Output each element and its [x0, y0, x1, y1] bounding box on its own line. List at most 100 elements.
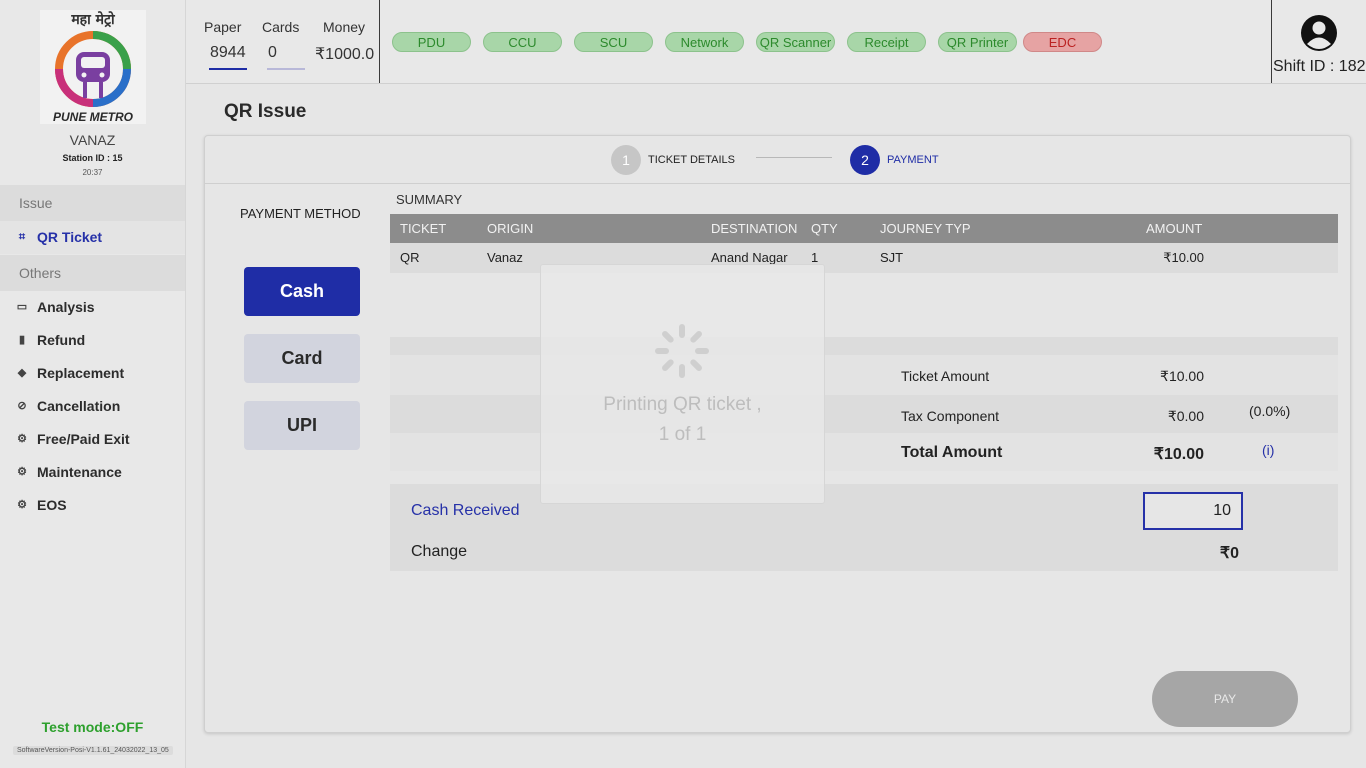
station-name: VANAZ	[69, 132, 116, 148]
money-amount: ₹1000.0	[315, 46, 375, 63]
step-2-label: PAYMENT	[887, 154, 939, 166]
logo-english-text: PUNE METRO	[52, 110, 133, 124]
sidebar-item-cancellation[interactable]: ⊘ Cancellation	[0, 390, 185, 423]
software-version: SoftwareVersion-Posi-V1.1.61_24032022_13…	[13, 746, 173, 755]
stepper-divider	[205, 183, 1350, 184]
tax-row: Tax Component ₹0.00 (0.0%)	[390, 395, 1338, 433]
device-status-edc: EDC	[1023, 32, 1102, 52]
sidebar-item-maintenance[interactable]: ⚙ Maintenance	[0, 456, 185, 489]
sidebar-item-label: Free/Paid Exit	[37, 431, 130, 447]
device-status-qr-printer: QR Printer	[938, 32, 1017, 52]
summary-title: SUMMARY	[396, 192, 463, 207]
device-status-scu: SCU	[574, 32, 653, 52]
card-button[interactable]: Card	[244, 334, 360, 383]
paper-count: 8944	[210, 44, 246, 61]
printing-message-line1: Printing QR ticket ,	[603, 394, 762, 415]
cell-origin: Vanaz	[487, 250, 523, 265]
col-qty: QTY	[811, 221, 838, 236]
ticket-amount-row: Ticket Amount ₹10.00	[390, 355, 1338, 395]
cell-ticket: QR	[400, 250, 420, 265]
cards-count: 0	[268, 44, 277, 61]
cash-button[interactable]: Cash	[244, 267, 360, 316]
sidebar-item-label: Cancellation	[37, 398, 121, 414]
user-avatar-icon[interactable]	[1300, 14, 1338, 52]
payment-method-title: PAYMENT METHOD	[240, 206, 361, 221]
step-connector	[756, 157, 832, 158]
step-1-circle: 1	[611, 145, 641, 175]
divider	[379, 0, 380, 83]
clock-time: 20:37	[82, 168, 103, 177]
gear-icon: ⚙	[17, 466, 27, 478]
sidebar-item-label: EOS	[37, 497, 67, 513]
section-issue: Issue	[0, 185, 185, 221]
printing-dialog: Printing QR ticket , 1 of 1	[540, 264, 825, 504]
paper-underline	[209, 68, 247, 70]
spacer-band	[390, 337, 1338, 355]
device-status-pdu: PDU	[392, 32, 471, 52]
sidebar-item-free-paid-exit[interactable]: ⚙ Free/Paid Exit	[0, 423, 185, 456]
pune-metro-logo: महा मेट्रो PUNE METRO	[40, 10, 146, 124]
total-value: ₹10.00	[1153, 446, 1204, 463]
col-destination: DESTINATION	[711, 221, 798, 236]
upi-button[interactable]: UPI	[244, 401, 360, 450]
col-origin: ORIGIN	[487, 221, 534, 236]
device-status-ccu: CCU	[483, 32, 562, 52]
change-label: Change	[411, 543, 468, 560]
col-ticket: TICKET	[400, 221, 447, 236]
sidebar: महा मेट्रो PUNE METRO VANAZ Station ID :…	[0, 0, 186, 768]
printing-message-line2: 1 of 1	[658, 424, 707, 445]
cell-amount: ₹10.00	[1163, 250, 1204, 265]
test-mode-status: Test mode:OFF	[41, 719, 144, 735]
sidebar-item-label: Replacement	[37, 365, 125, 381]
total-row: Total Amount ₹10.00 (i)	[390, 433, 1338, 471]
sidebar-item-label: Refund	[37, 332, 86, 348]
sidebar-item-label: Maintenance	[37, 464, 122, 480]
sidebar-item-qr-ticket[interactable]: ⌗ QR Ticket	[0, 221, 185, 254]
cell-journey-type: SJT	[880, 250, 904, 265]
sidebar-item-eos[interactable]: ⚙ EOS	[0, 489, 185, 522]
tax-percent: (0.0%)	[1249, 403, 1291, 419]
metro-logo-icon	[55, 31, 131, 107]
paper-label: Paper	[204, 19, 242, 35]
divider	[1271, 0, 1272, 83]
cash-received-label: Cash Received	[411, 502, 520, 519]
ticket-amount-value: ₹10.00	[1160, 368, 1204, 384]
loading-spinner-icon	[655, 324, 709, 378]
analysis-icon: ▭	[16, 301, 28, 313]
col-journey-type: JOURNEY TYP	[880, 221, 971, 236]
money-label: Money	[323, 19, 366, 35]
sidebar-item-label: QR Ticket	[37, 229, 103, 245]
total-label: Total Amount	[901, 444, 1003, 461]
cash-received-input[interactable]	[1143, 492, 1243, 530]
sidebar-item-label: Analysis	[37, 299, 95, 315]
station-id: Station ID : 15	[62, 153, 123, 163]
pay-button[interactable]: PAY	[1152, 671, 1298, 727]
cash-panel: Cash Received Change ₹0	[390, 484, 1338, 571]
step-1-label: TICKET DETAILS	[648, 154, 736, 166]
device-status-qr-scanner: QR Scanner	[756, 32, 835, 52]
cards-label: Cards	[262, 19, 300, 35]
refund-icon: ▮	[18, 334, 26, 346]
top-bar: Paper 8944 Cards 0 Money ₹1000.0 PDU CCU…	[186, 0, 1366, 84]
device-status-network: Network	[665, 32, 744, 52]
replacement-icon: ◆	[17, 367, 27, 379]
section-others: Others	[0, 255, 185, 291]
step-2-circle: 2	[850, 145, 880, 175]
table-row: QR Vanaz Anand Nagar 1 SJT ₹10.00	[390, 243, 1338, 273]
gear-icon: ⚙	[17, 499, 27, 511]
printing-message: Printing QR ticket , 1 of 1	[541, 390, 824, 450]
change-value: ₹0	[1219, 545, 1239, 562]
sidebar-item-analysis[interactable]: ▭ Analysis	[0, 291, 185, 324]
cancellation-icon: ⊘	[17, 400, 27, 412]
tax-label: Tax Component	[901, 408, 1000, 424]
ticket-amount-label: Ticket Amount	[901, 368, 990, 384]
col-amount: AMOUNT	[1146, 221, 1203, 236]
shift-id: Shift ID : 182	[1273, 58, 1366, 75]
logo-hindi-text: महा मेट्रो	[71, 12, 115, 28]
info-icon[interactable]: (i)	[1262, 442, 1274, 458]
sidebar-item-replacement[interactable]: ◆ Replacement	[0, 357, 185, 390]
sidebar-item-refund[interactable]: ▮ Refund	[0, 324, 185, 357]
summary-table-header: TICKET ORIGIN DESTINATION QTY JOURNEY TY…	[390, 214, 1338, 243]
cards-underline	[267, 68, 305, 70]
page-title: QR Issue	[224, 101, 307, 122]
